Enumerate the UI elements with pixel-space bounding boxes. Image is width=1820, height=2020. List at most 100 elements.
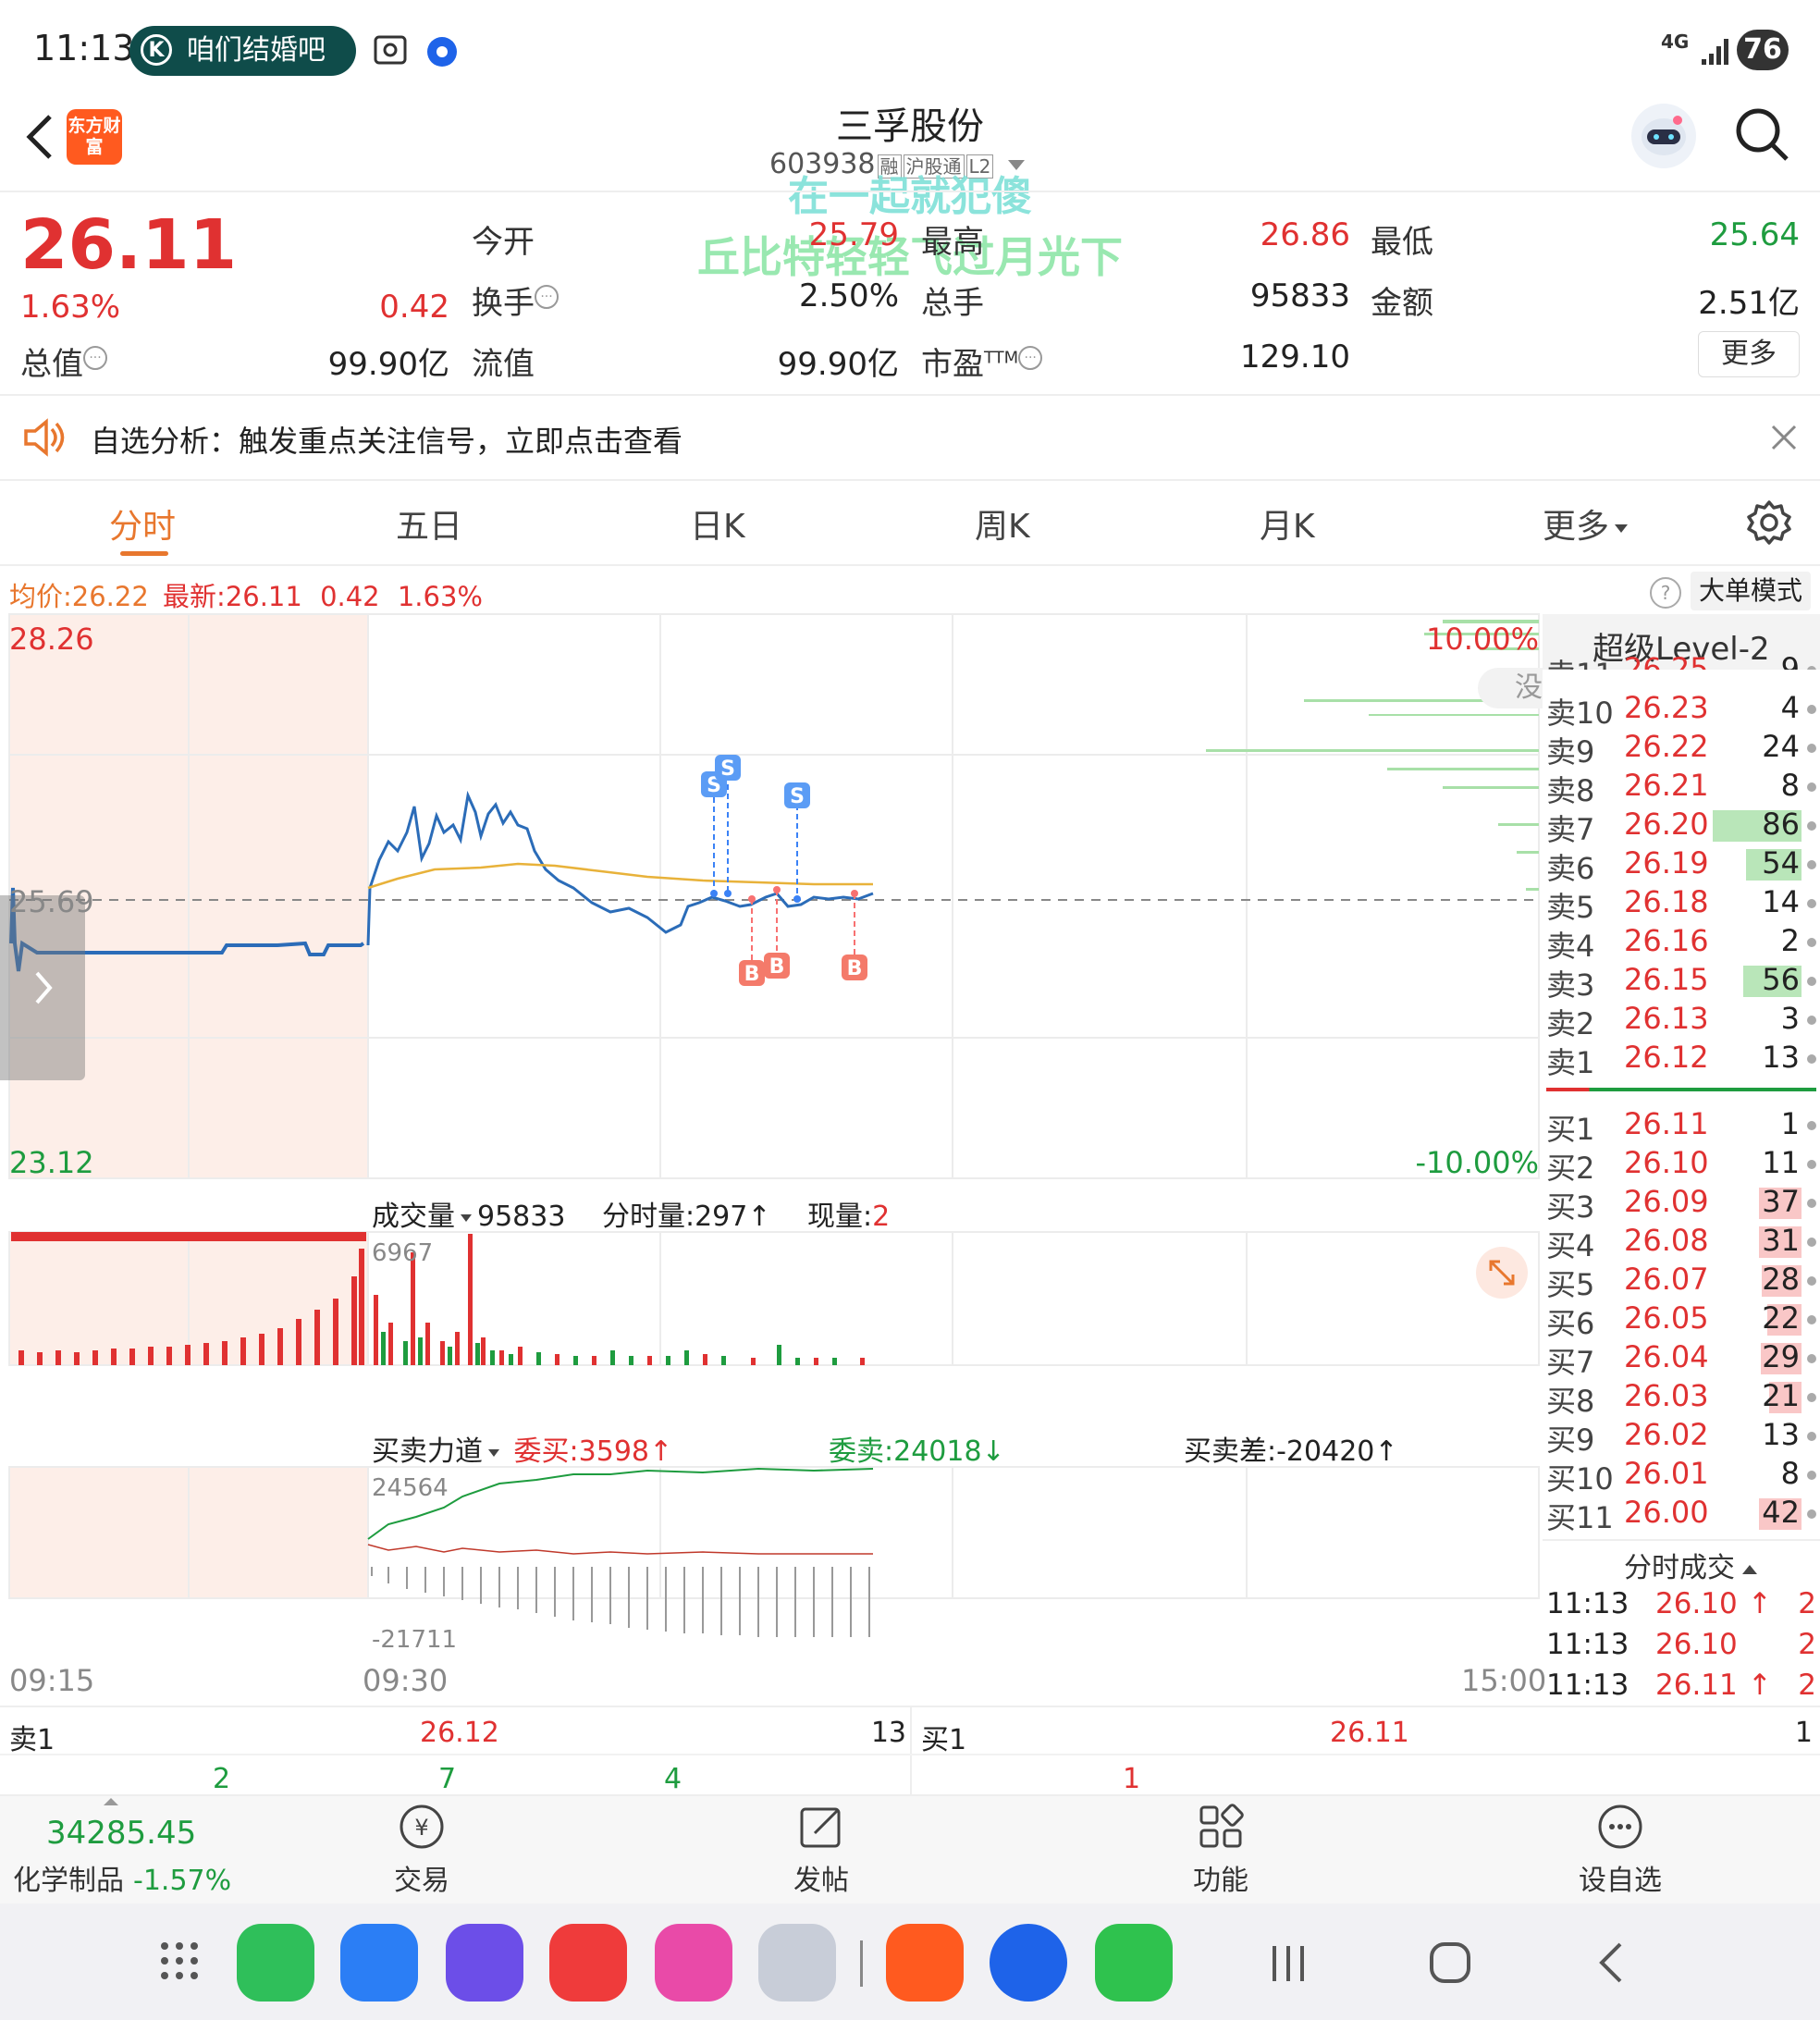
- tab-five-day[interactable]: 五日: [396, 499, 462, 548]
- buy-order-row[interactable]: 买6 26.05 22: [1546, 1300, 1820, 1341]
- search-icon[interactable]: [1733, 105, 1792, 165]
- diff-label: 买卖差:: [1184, 1435, 1277, 1468]
- ask-label: 委卖:: [829, 1435, 894, 1468]
- tick-volume: 2: [1798, 1587, 1816, 1620]
- battery-indicator: 76: [1737, 30, 1789, 70]
- trade-markers: S S S B B B: [701, 755, 867, 986]
- gallery-app-icon[interactable]: [655, 1924, 732, 2002]
- sell-order-row[interactable]: 卖7 26.20 86: [1546, 807, 1820, 847]
- buy-order-row[interactable]: 买11 26.00 42: [1546, 1495, 1820, 1535]
- sell-order-row[interactable]: 卖3 26.15 56: [1546, 962, 1820, 1003]
- trade-yuan-icon: ¥: [400, 1804, 444, 1849]
- sell-order-row[interactable]: 卖11 26.25 9: [1546, 651, 1820, 670]
- info-icon[interactable]: ···: [535, 285, 559, 309]
- sector-index-line[interactable]: 化学制品 -1.57%: [13, 1857, 231, 1898]
- float-label: 流值: [472, 346, 535, 383]
- browser-app-icon[interactable]: [446, 1924, 523, 2002]
- buy-order-row[interactable]: 买1 26.11 1: [1546, 1106, 1820, 1147]
- order-level-label: 买9: [1546, 1423, 1595, 1458]
- trade-button[interactable]: ¥ 交易: [348, 1802, 496, 1898]
- up-arrow-icon: ↑: [1748, 1669, 1772, 1702]
- sell-order-row[interactable]: 卖5 26.18 14: [1546, 884, 1820, 925]
- sector-index-value[interactable]: 34285.45: [46, 1815, 196, 1852]
- side-panel-handle[interactable]: [0, 895, 85, 1080]
- tab-weekly-k[interactable]: 周K: [975, 499, 1030, 548]
- wechat-app-icon[interactable]: [1095, 1924, 1173, 2002]
- notes-app-icon[interactable]: [549, 1924, 627, 2002]
- order-price: 26.11: [1624, 1106, 1709, 1141]
- price-top-label: 28.26: [9, 622, 94, 657]
- more-quote-button[interactable]: 更多: [1698, 331, 1800, 377]
- buy-order-row[interactable]: 买9 26.02 13: [1546, 1417, 1820, 1458]
- nav-back-icon[interactable]: [1592, 1940, 1629, 1985]
- functions-button[interactable]: 功能: [1147, 1802, 1295, 1898]
- eastmoney-app-icon[interactable]: [886, 1924, 964, 2002]
- order-level-label: 买3: [1546, 1189, 1595, 1225]
- order-volume: 86: [1762, 807, 1800, 842]
- price-bottom-label: 23.12: [9, 1145, 94, 1180]
- k-app-dock-icon[interactable]: [990, 1924, 1067, 2002]
- robot-assistant-icon[interactable]: [1631, 104, 1696, 168]
- sell-order-row[interactable]: 卖6 26.19 54: [1546, 845, 1820, 886]
- tab-monthly-k[interactable]: 月K: [1260, 499, 1315, 548]
- intraday-chart[interactable]: S S S B B B: [0, 610, 1543, 1711]
- notice-banner[interactable]: 自选分析：触发重点关注信号，立即点击查看: [0, 396, 1820, 479]
- add-watchlist-button[interactable]: 设自选: [1546, 1802, 1694, 1898]
- tab-daily-k[interactable]: 日K: [690, 499, 745, 548]
- buy-order-row[interactable]: 买8 26.03 21: [1546, 1378, 1820, 1419]
- price-base-label: 25.69: [9, 884, 94, 919]
- order-price: 26.23: [1624, 690, 1709, 725]
- order-price: 26.19: [1624, 845, 1709, 881]
- home-icon[interactable]: [1428, 1940, 1472, 1985]
- camera-app-icon[interactable]: [758, 1924, 836, 2002]
- close-icon[interactable]: [1770, 424, 1798, 451]
- order-volume: 56: [1762, 962, 1800, 997]
- sell-order-row[interactable]: 卖10 26.23 4: [1546, 690, 1820, 731]
- buy-order-row[interactable]: 买10 26.01 8: [1546, 1456, 1820, 1497]
- order-price: 26.00: [1624, 1495, 1709, 1530]
- down-arrow-icon: ↓: [981, 1435, 1005, 1468]
- volume-indicator-select[interactable]: 成交量: [372, 1201, 477, 1233]
- sell-order-row[interactable]: 卖1 26.12 13: [1546, 1040, 1820, 1080]
- order-level-label: 买11: [1546, 1500, 1614, 1535]
- power-indicator-select[interactable]: 买卖力道: [372, 1435, 505, 1468]
- tick-time: 11:13: [1546, 1669, 1629, 1702]
- sell-order-row[interactable]: 卖8 26.21 8: [1546, 768, 1820, 808]
- speaker-icon: [22, 418, 67, 457]
- buy-order-row[interactable]: 买4 26.08 31: [1546, 1223, 1820, 1263]
- order-price: 26.05: [1624, 1300, 1709, 1336]
- tab-more[interactable]: 更多: [1543, 499, 1629, 548]
- phone-app-icon[interactable]: [237, 1924, 314, 2002]
- info-icon[interactable]: ···: [83, 346, 107, 370]
- amount-label: 金额: [1371, 285, 1433, 322]
- live-activity-pill[interactable]: K 咱们结婚吧: [129, 26, 356, 76]
- order-price: 26.02: [1624, 1417, 1709, 1452]
- sector-name: 化学制品: [13, 1865, 124, 1897]
- buy-order-row[interactable]: 买7 26.04 29: [1546, 1339, 1820, 1380]
- sell-order-row[interactable]: 卖4 26.16 2: [1546, 923, 1820, 964]
- dropdown-caret-icon: [1615, 523, 1629, 533]
- buy-order-row[interactable]: 买5 26.07 28: [1546, 1262, 1820, 1302]
- volume-value: 95833: [1249, 277, 1350, 314]
- tab-intraday[interactable]: 分时: [109, 499, 176, 548]
- order-price: 26.15: [1624, 962, 1709, 997]
- recents-icon[interactable]: [1267, 1942, 1310, 1985]
- ticks-title[interactable]: 分时成交: [1624, 1545, 1757, 1585]
- sell-order-row[interactable]: 卖2 26.13 3: [1546, 1001, 1820, 1041]
- time-end-label: 15:00: [1461, 1663, 1547, 1698]
- buy-order-row[interactable]: 买3 26.09 37: [1546, 1184, 1820, 1225]
- app-drawer-icon[interactable]: [157, 1939, 202, 1983]
- volume-minute-label: 分时量:: [601, 1201, 695, 1233]
- order-volume: 28: [1762, 1262, 1800, 1297]
- screenshot-icon: [372, 31, 409, 68]
- help-icon[interactable]: ?: [1650, 577, 1681, 609]
- settings-gear-icon[interactable]: [1746, 499, 1792, 546]
- level1-sell-label: 卖1: [9, 1724, 55, 1756]
- avg-label: 均价:: [9, 581, 72, 612]
- sell-order-row[interactable]: 卖9 26.22 24: [1546, 729, 1820, 770]
- post-button[interactable]: 发帖: [747, 1802, 895, 1898]
- big-order-mode-button[interactable]: 大单模式: [1691, 572, 1811, 610]
- buy-order-row[interactable]: 买2 26.10 11: [1546, 1145, 1820, 1186]
- messages-app-icon[interactable]: [340, 1924, 418, 2002]
- info-icon[interactable]: ···: [1018, 346, 1043, 370]
